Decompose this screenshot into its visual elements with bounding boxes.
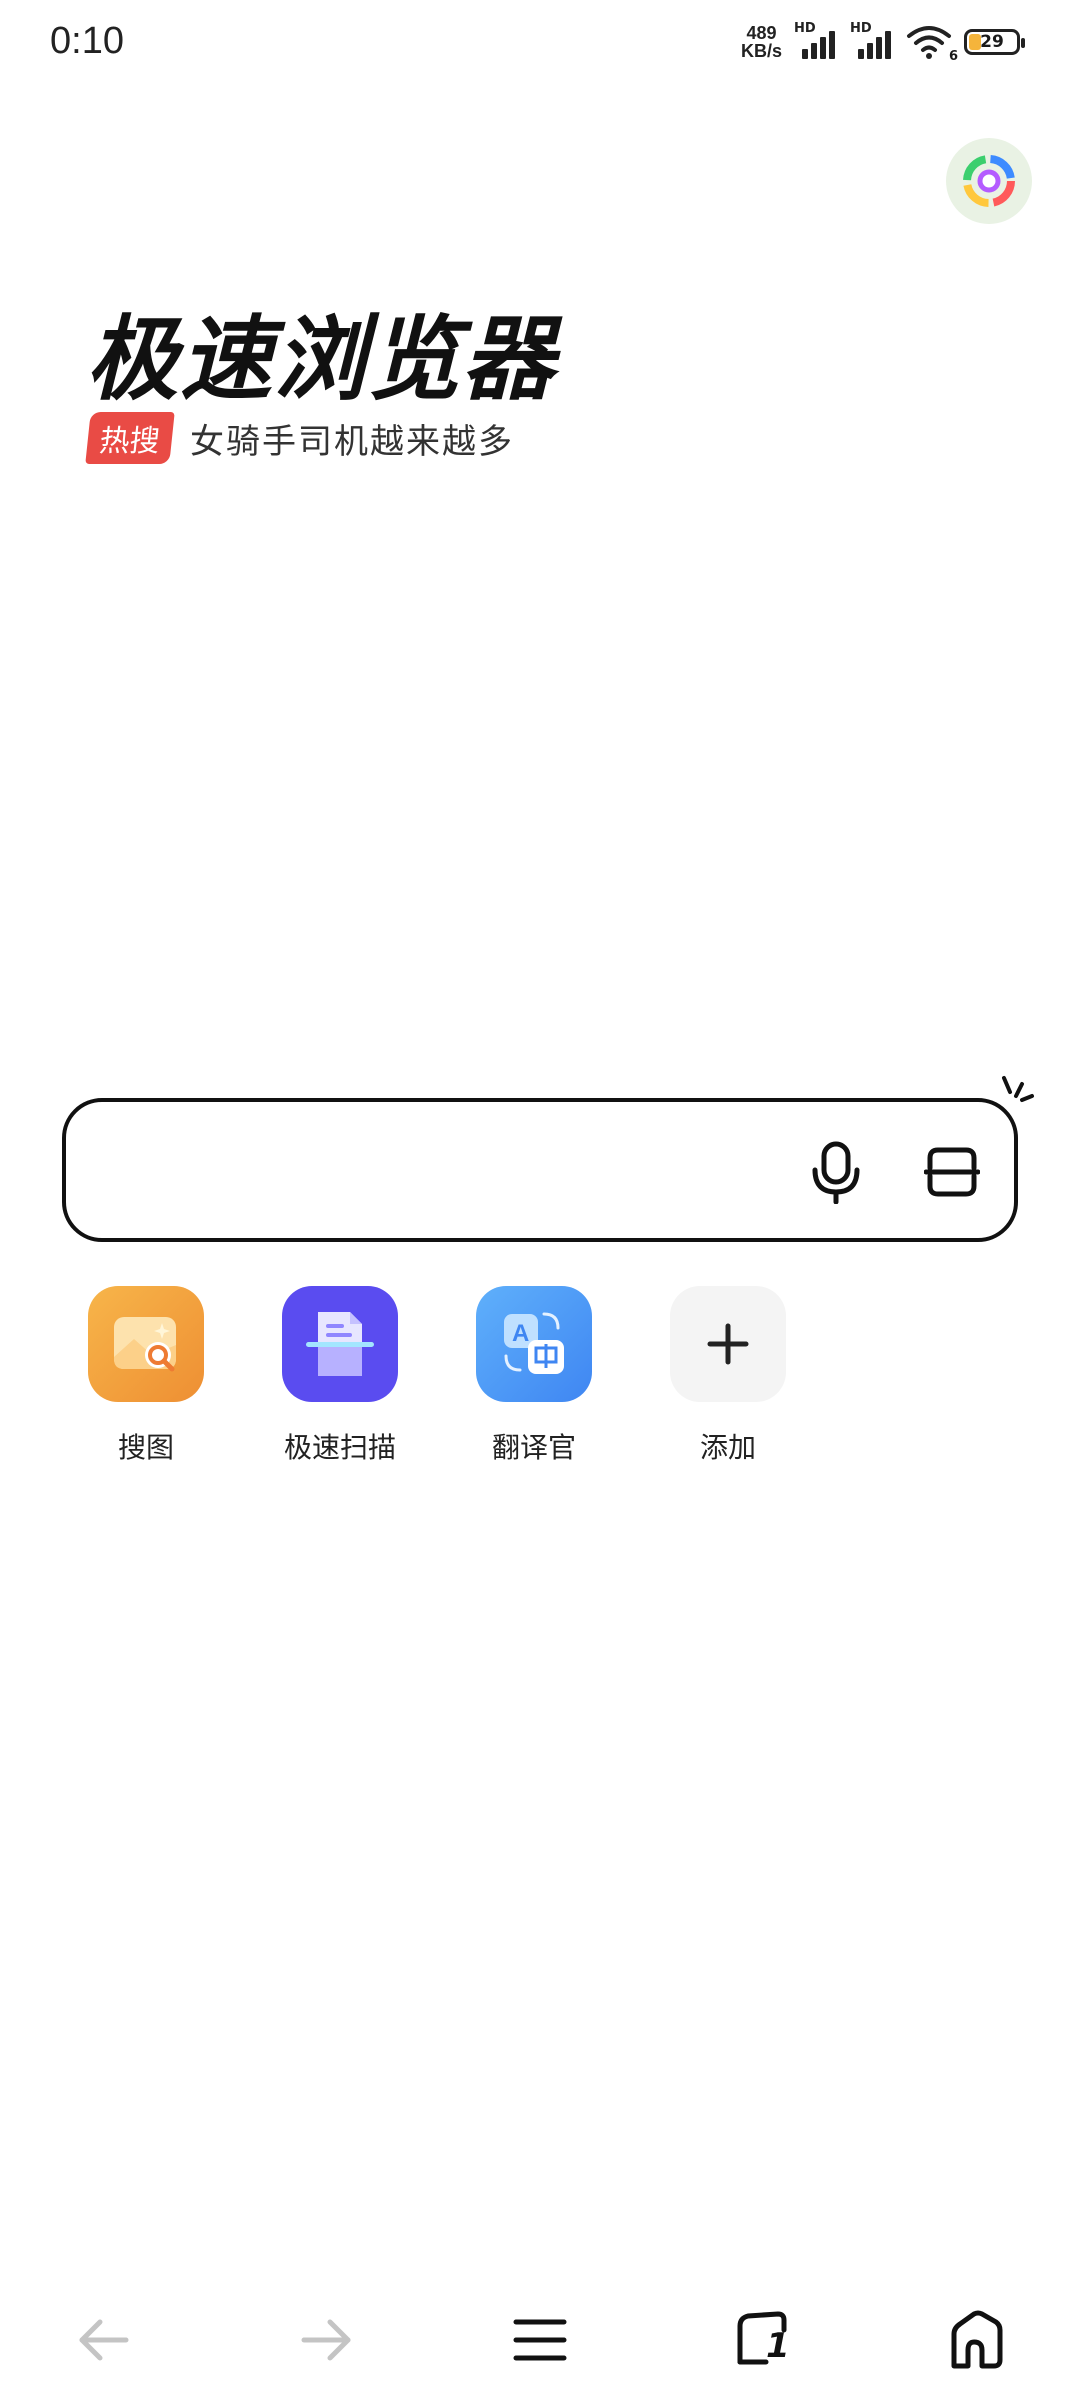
translate-icon: A	[476, 1286, 592, 1402]
image-search-icon	[88, 1286, 204, 1402]
sparkle-decoration-icon	[1002, 1076, 1034, 1102]
hot-search[interactable]: 热搜 女骑手司机越来越多	[85, 412, 514, 464]
arrow-left-icon	[79, 2319, 129, 2361]
shortcut-grid: 搜图 极速扫描 A 翻译官 添加	[88, 1286, 786, 1466]
tabs-count: 1	[766, 2326, 790, 2366]
search-box[interactable]	[62, 1098, 1018, 1242]
shortcut-label: 搜图	[117, 1431, 174, 1464]
net-speed: 489 KB/s	[741, 24, 782, 60]
status-bar: 0:10 489 KB/s HD HD 6 29	[0, 0, 1080, 90]
status-icons: 489 KB/s HD HD 6 29	[741, 21, 1025, 64]
document-scan-icon	[282, 1286, 398, 1402]
battery-level: 29	[980, 32, 1004, 52]
menu-icon	[513, 2319, 567, 2361]
back-button[interactable]	[64, 2300, 144, 2380]
svg-text:A: A	[512, 1320, 529, 1347]
menu-button[interactable]	[500, 2300, 580, 2380]
hot-search-text[interactable]: 女骑手司机越来越多	[190, 414, 514, 463]
scan-button[interactable]	[912, 1132, 992, 1212]
wifi-icon: 6	[906, 24, 958, 64]
home-button[interactable]	[936, 2300, 1016, 2380]
voice-search-button[interactable]	[796, 1132, 876, 1212]
arrow-right-icon	[301, 2319, 351, 2361]
microphone-icon	[812, 1141, 860, 1204]
status-time: 0:10	[50, 20, 124, 62]
home-icon	[951, 2310, 1003, 2369]
assistant-avatar-button[interactable]	[946, 138, 1032, 224]
signal2-label: HD	[850, 21, 872, 36]
plus-icon	[670, 1286, 786, 1402]
scan-icon	[924, 1147, 980, 1197]
shortcut-label: 添加	[699, 1431, 756, 1464]
shortcut-translator[interactable]: A 翻译官	[476, 1286, 592, 1466]
shortcut-fast-scan[interactable]: 极速扫描	[282, 1286, 398, 1466]
net-speed-value: 489	[746, 23, 777, 43]
wifi-label: 6	[948, 49, 958, 64]
shortcut-add[interactable]: 添加	[670, 1286, 786, 1466]
shortcut-label: 翻译官	[491, 1431, 576, 1464]
net-speed-unit: KB/s	[740, 41, 782, 61]
hot-search-tag: 热搜	[85, 412, 175, 464]
tabs-button[interactable]: 1	[720, 2300, 800, 2380]
search-input[interactable]	[96, 1132, 780, 1214]
cell-signal-2-icon: HD	[850, 21, 894, 59]
battery-icon: 29	[964, 29, 1025, 55]
shortcut-label: 极速扫描	[283, 1431, 396, 1464]
forward-button[interactable]	[286, 2300, 366, 2380]
colorful-swirl-icon	[963, 155, 1015, 207]
shortcut-image-search[interactable]: 搜图	[88, 1286, 204, 1466]
brand-title: 极速浏览器	[86, 306, 557, 413]
cell-signal-1-icon: HD	[794, 21, 838, 59]
bottom-navigation: 1	[0, 2290, 1080, 2380]
signal1-label: HD	[794, 21, 816, 36]
